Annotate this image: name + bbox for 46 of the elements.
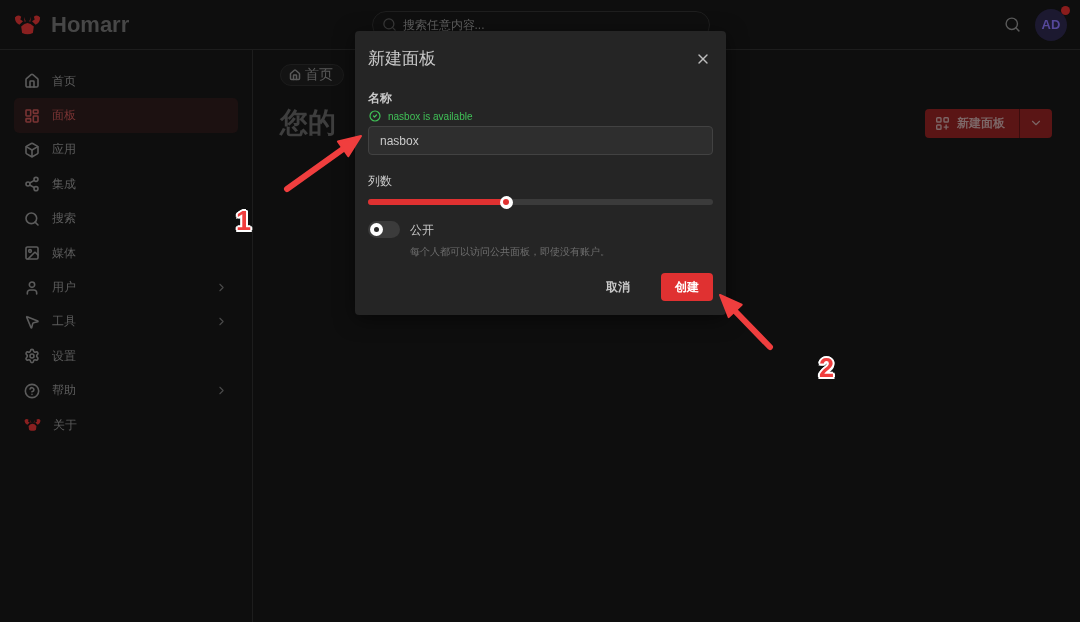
grid-plus-icon: [936, 116, 949, 130]
search-icon: [1004, 16, 1021, 33]
image-icon: [24, 245, 40, 262]
app-name: Homarr: [51, 11, 130, 38]
sidebar-item[interactable]: 首页: [14, 64, 238, 99]
public-toggle[interactable]: [368, 221, 400, 238]
help-icon: [24, 382, 40, 399]
new-board-button[interactable]: 新建面板: [925, 108, 1019, 138]
check-circle-icon: [369, 110, 381, 122]
create-button[interactable]: 创建: [661, 273, 713, 301]
sidebar-item[interactable]: 媒体: [14, 235, 238, 271]
cancel-button[interactable]: 取消: [592, 273, 644, 301]
dashboard-icon: [24, 107, 40, 124]
step-number: 1: [236, 208, 252, 235]
dialog-title: 新建面板: [368, 48, 436, 70]
name-input[interactable]: nasbox: [368, 126, 713, 155]
nodes-icon: [24, 176, 40, 193]
slider-thumb[interactable]: [499, 195, 513, 209]
crab-logo-icon: [14, 13, 41, 36]
search-button[interactable]: [1004, 16, 1021, 33]
cube-icon: [24, 141, 40, 158]
toggle-label: 公开: [410, 222, 435, 239]
search-icon: [24, 210, 40, 227]
home-icon: [289, 69, 301, 81]
sidebar-item[interactable]: 应用: [14, 132, 238, 168]
sidebar-item[interactable]: 设置: [14, 339, 238, 374]
sidebar-item[interactable]: 关于: [14, 407, 238, 443]
sidebar-item[interactable]: 面板: [14, 98, 238, 133]
pointer-icon: [24, 313, 40, 330]
sidebar-item[interactable]: 搜索: [14, 201, 238, 236]
settings-icon: [24, 348, 40, 365]
field-label: 列数: [368, 173, 393, 190]
sidebar-item[interactable]: 帮助: [14, 373, 238, 408]
step-number: 2: [819, 355, 835, 382]
availability-message: nasbox is available: [388, 110, 473, 122]
crab-logo-icon: [24, 418, 41, 432]
sidebar-item[interactable]: 集成: [14, 167, 238, 202]
field-label: 名称: [368, 90, 393, 107]
user-avatar[interactable]: AD: [1035, 8, 1067, 41]
breadcrumb-link[interactable]: 首页: [280, 64, 344, 86]
user-icon: [24, 279, 40, 296]
annotation-arrow: [719, 294, 773, 350]
sidebar-item[interactable]: 工具: [14, 304, 238, 340]
search-icon: [381, 16, 397, 32]
sidebar-item[interactable]: 用户: [14, 270, 238, 305]
home-icon: [24, 73, 40, 90]
